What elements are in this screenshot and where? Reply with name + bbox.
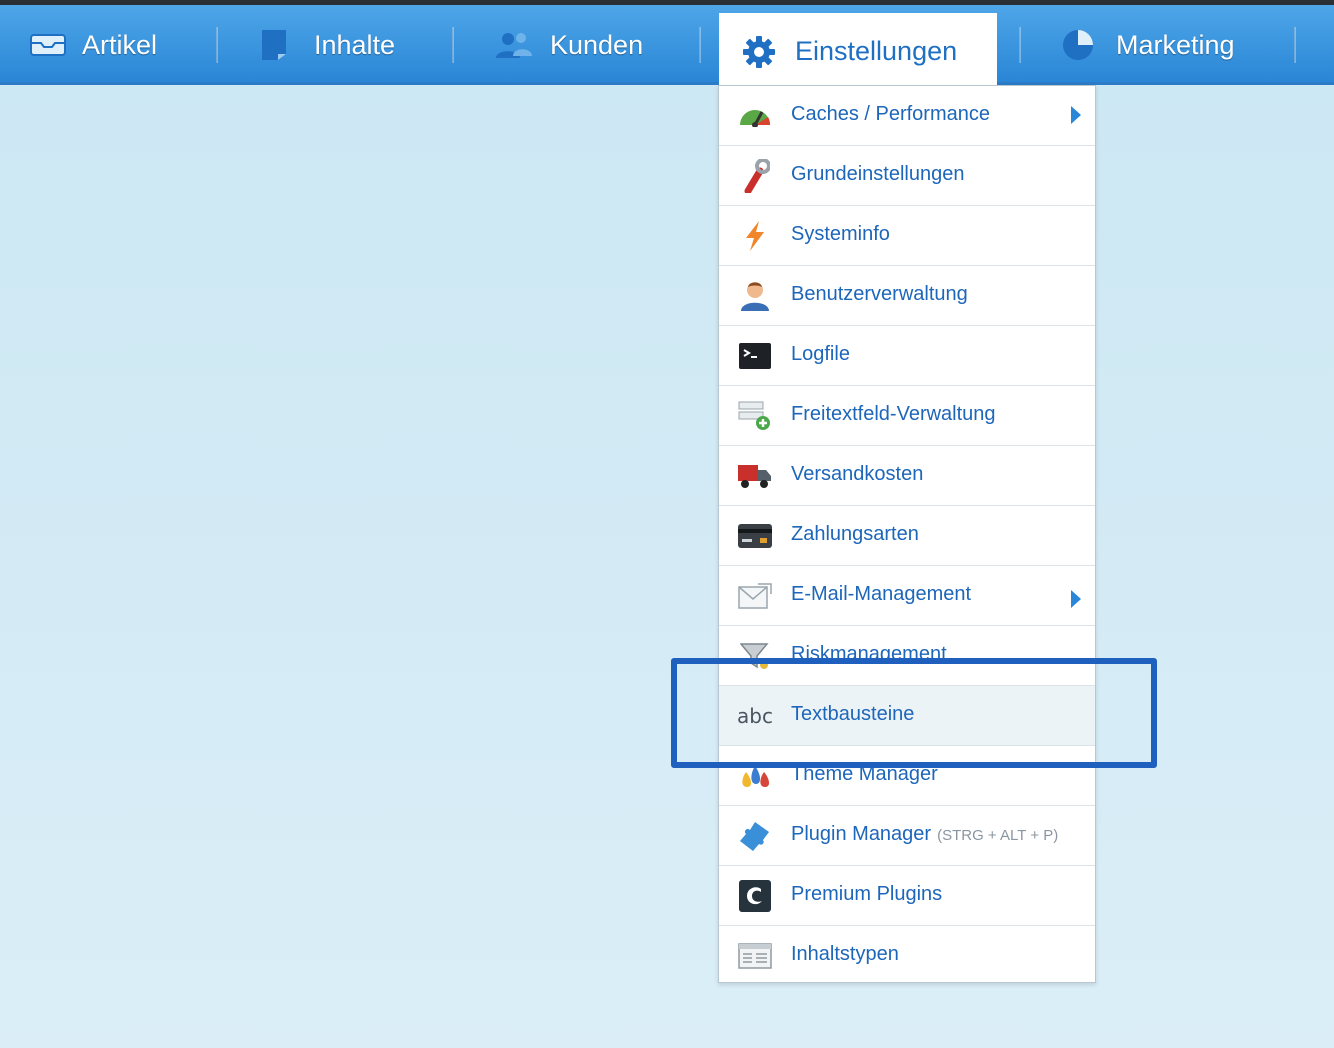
shopware-logo-icon [737, 879, 773, 913]
menu-item-premium-plugins[interactable]: Premium Plugins [719, 866, 1095, 926]
nav-item-artikel[interactable]: Artikel [30, 5, 157, 85]
menu-item-label-text: Plugin Manager [791, 823, 932, 845]
wrench-icon [737, 159, 773, 193]
users-icon [494, 27, 534, 63]
pie-chart-icon [1060, 27, 1096, 63]
menu-item-label: Logfile [791, 343, 850, 365]
submenu-arrow-icon [1071, 590, 1081, 608]
terminal-icon [737, 339, 773, 373]
menu-item-label: Plugin Manager (STRG + ALT + P) [791, 823, 1058, 846]
nav-item-inhalte[interactable]: Inhalte [256, 5, 395, 85]
menu-item-systeminfo[interactable]: Systeminfo [719, 206, 1095, 266]
menu-item-email-management[interactable]: E-Mail-Management [719, 566, 1095, 626]
nav-separator [1019, 27, 1021, 63]
lightning-icon [737, 219, 773, 253]
menu-item-label: Caches / Performance [791, 103, 990, 125]
main-navigation: Artikel Inhalte Kunden Einstellungen Mar… [0, 5, 1334, 90]
menu-item-benutzerverwaltung[interactable]: Benutzerverwaltung [719, 266, 1095, 326]
envelope-icon [737, 579, 773, 613]
menu-item-freitextfeld-verwaltung[interactable]: Freitextfeld-Verwaltung [719, 386, 1095, 446]
menu-item-label: Benutzerverwaltung [791, 283, 968, 305]
nav-item-marketing[interactable]: Marketing [1060, 5, 1235, 85]
menu-item-logfile[interactable]: Logfile [719, 326, 1095, 386]
credit-card-icon [737, 519, 773, 553]
menu-item-label: Premium Plugins [791, 883, 943, 905]
nav-item-einstellungen[interactable]: Einstellungen [719, 13, 997, 90]
menu-item-caches-performance[interactable]: Caches / Performance [719, 86, 1095, 146]
menu-item-label: Zahlungsarten [791, 523, 919, 545]
document-icon [256, 27, 292, 63]
nav-item-label: Marketing [1116, 29, 1235, 60]
settings-dropdown-menu: Caches / Performance Grundeinstellungen … [718, 85, 1096, 983]
nav-separator [452, 27, 454, 63]
gear-icon [741, 34, 777, 70]
nav-separator [1294, 27, 1296, 63]
menu-item-grundeinstellungen[interactable]: Grundeinstellungen [719, 146, 1095, 206]
menu-item-label: Inhaltstypen [791, 943, 899, 965]
nav-item-label: Einstellungen [795, 36, 958, 66]
submenu-arrow-icon [1071, 106, 1081, 124]
nav-item-label: Artikel [82, 29, 158, 60]
nav-item-kunden[interactable]: Kunden [494, 5, 643, 85]
menu-item-zahlungsarten[interactable]: Zahlungsarten [719, 506, 1095, 566]
add-field-icon [737, 399, 773, 433]
nav-separator [216, 27, 218, 63]
menu-item-label: Versandkosten [791, 463, 924, 485]
menu-item-label: Systeminfo [791, 223, 890, 245]
truck-icon [737, 459, 773, 493]
menu-item-inhaltstypen[interactable]: Inhaltstypen [719, 926, 1095, 986]
menu-item-label: Grundeinstellungen [791, 163, 965, 185]
menu-item-versandkosten[interactable]: Versandkosten [719, 446, 1095, 506]
content-types-icon [737, 939, 773, 973]
nav-separator [699, 27, 701, 63]
menu-item-label: E-Mail-Management [791, 583, 972, 605]
speedometer-icon [737, 99, 773, 133]
nav-item-label: Kunden [550, 29, 644, 60]
highlight-annotation-box [671, 658, 1157, 768]
menu-item-plugin-manager[interactable]: Plugin Manager (STRG + ALT + P) [719, 806, 1095, 866]
user-icon [737, 279, 773, 313]
inbox-icon [30, 27, 66, 63]
nav-item-label: Inhalte [314, 29, 396, 60]
shortcut-hint: (STRG + ALT + P) [937, 827, 1059, 844]
puzzle-icon [737, 819, 773, 853]
menu-item-label: Freitextfeld-Verwaltung [791, 403, 996, 425]
